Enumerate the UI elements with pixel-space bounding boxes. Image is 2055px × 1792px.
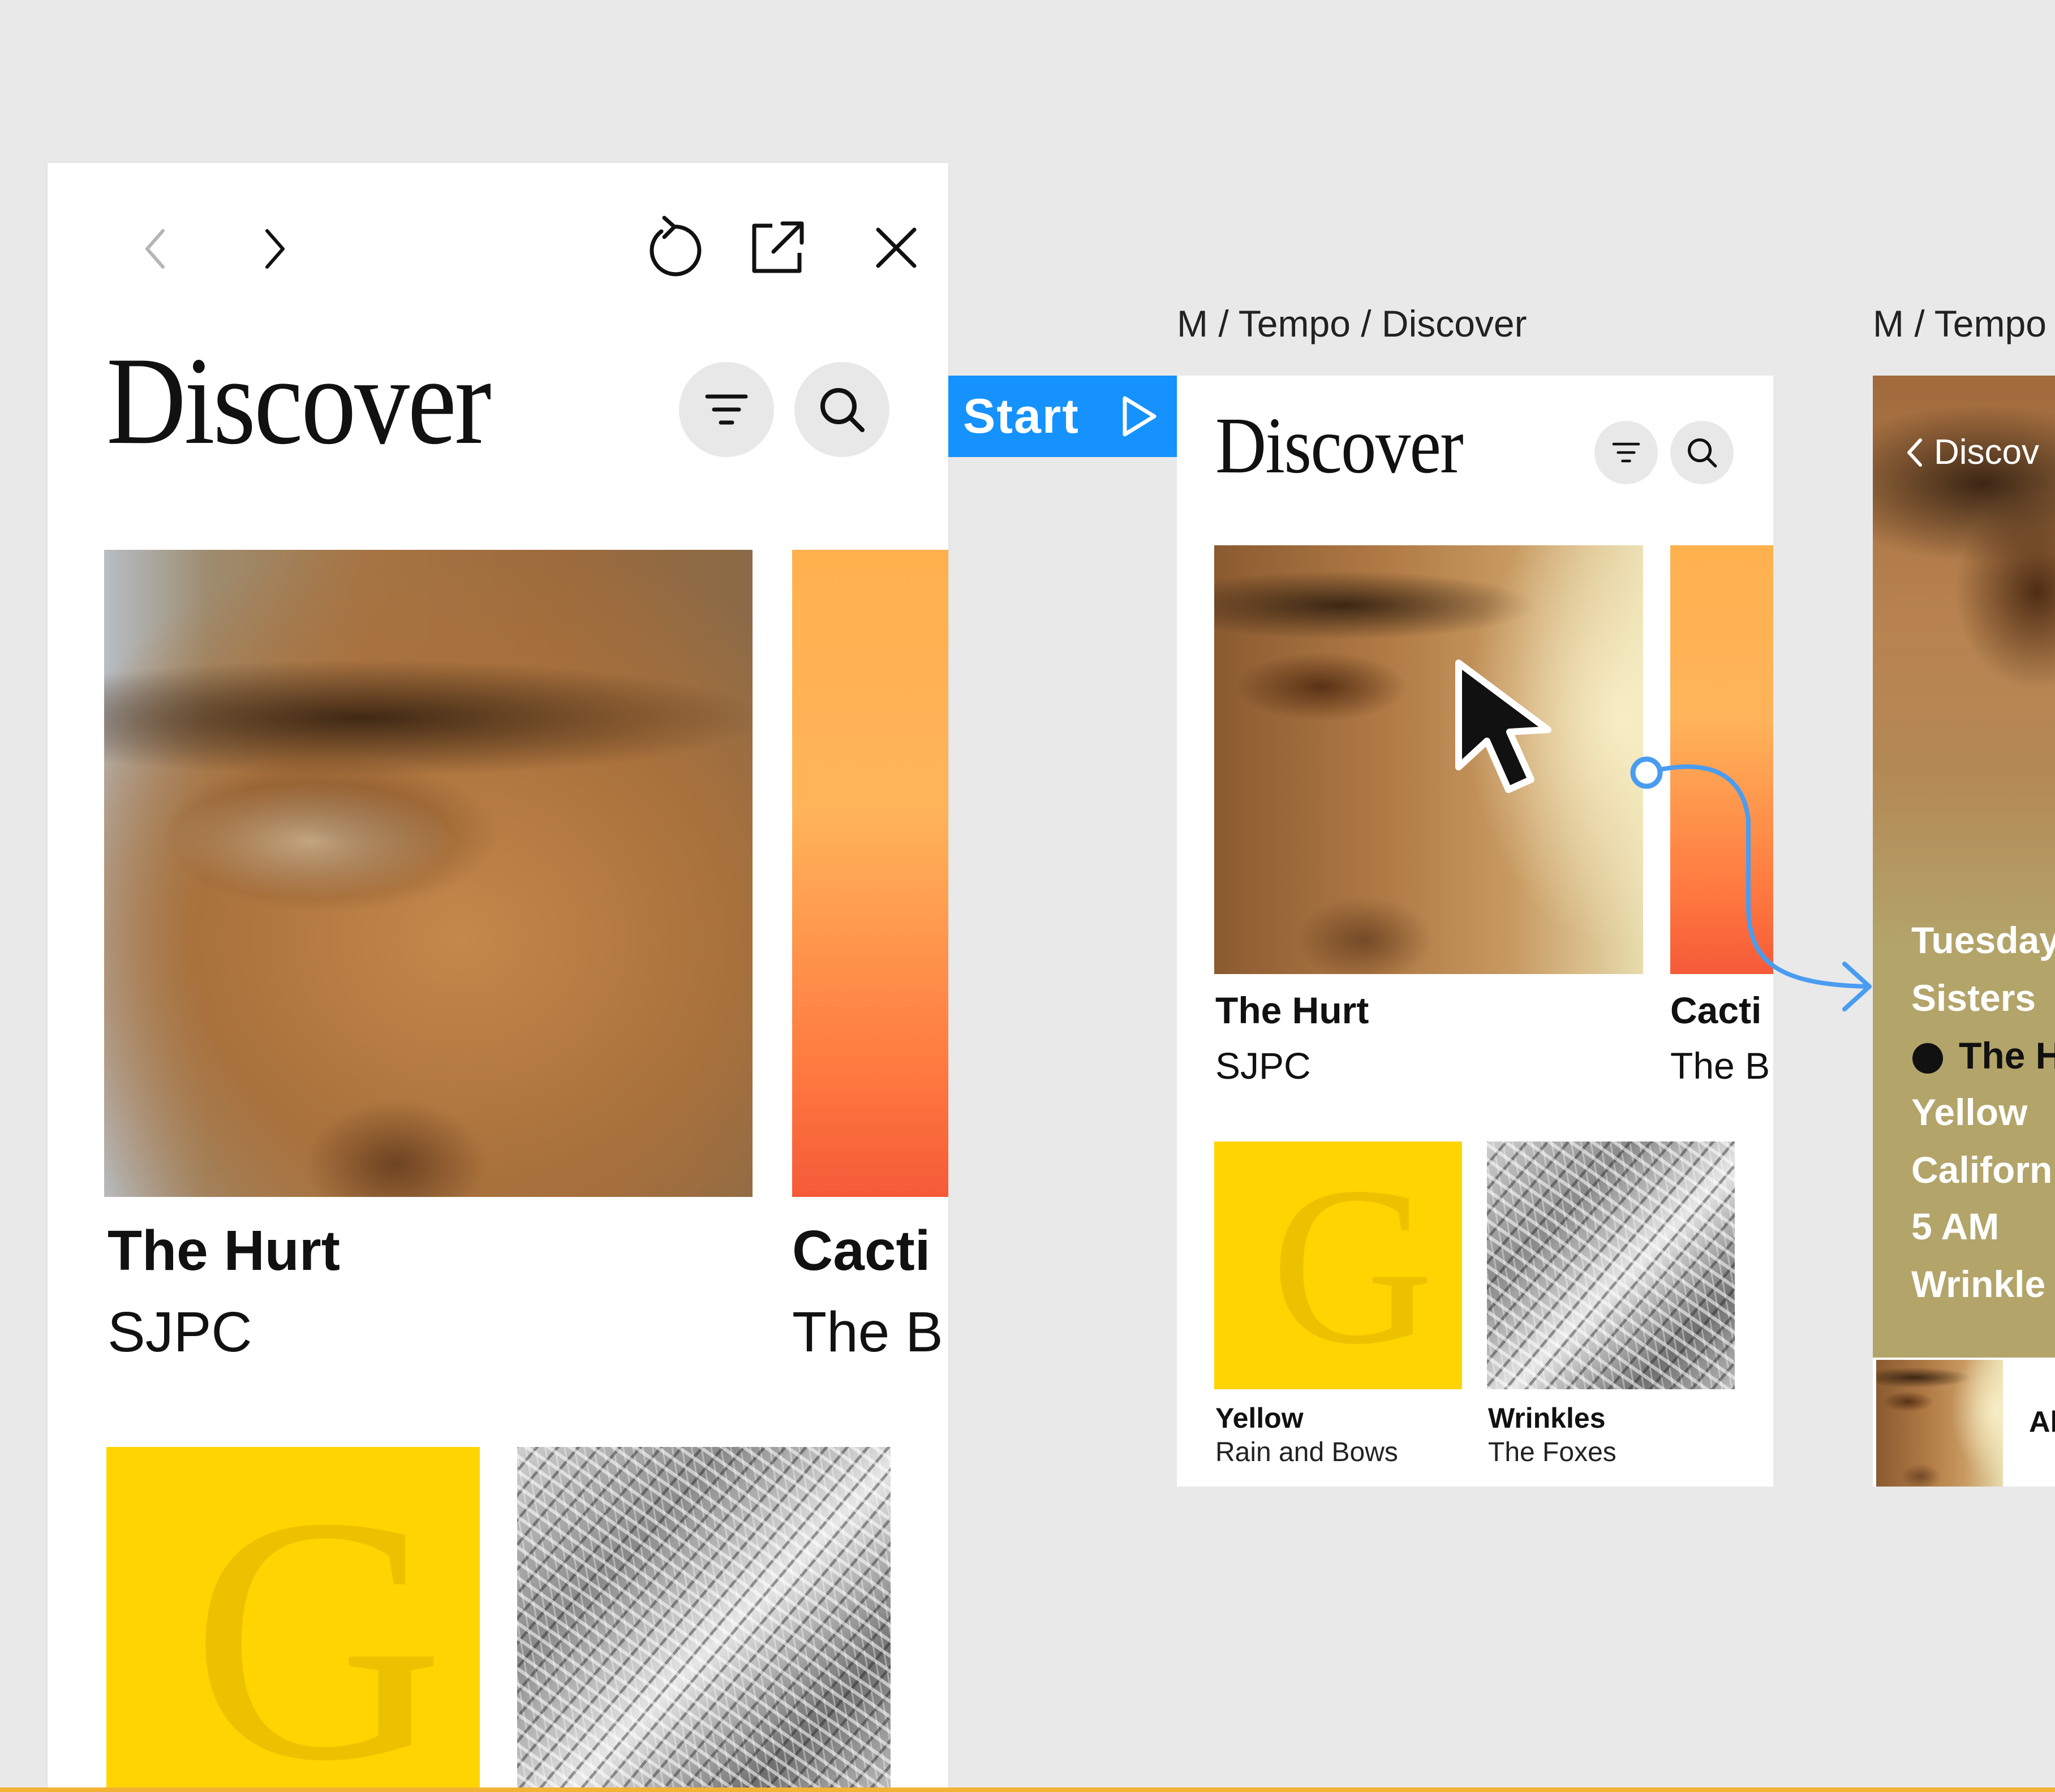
- start-flow-badge[interactable]: Start: [948, 376, 1177, 457]
- album-art-yellow[interactable]: G: [1214, 1141, 1462, 1389]
- tile-title: Wrinkles: [1488, 1402, 1606, 1434]
- card-artist: SJPC: [1215, 1045, 1311, 1087]
- open-external-icon[interactable]: [738, 208, 817, 287]
- tile-title: Yellow: [1215, 1402, 1304, 1434]
- start-label: Start: [963, 389, 1080, 443]
- album-art-yellow[interactable]: G: [106, 1447, 480, 1792]
- frame-tempo-detail[interactable]: Discov Tuesday Sisters The H Yellow Cali…: [1873, 376, 2055, 1487]
- tile-artist: The Foxes: [1488, 1437, 1617, 1467]
- restart-icon[interactable]: [636, 208, 710, 282]
- prototype-preview-window: Discover The Hurt SJPC Cacti The B G: [48, 163, 948, 1792]
- tile-artist: Rain and Bows: [1215, 1437, 1398, 1467]
- chevron-left-icon[interactable]: [127, 219, 186, 278]
- search-button[interactable]: [794, 362, 889, 457]
- track-item[interactable]: Tuesday: [1911, 919, 2055, 962]
- mouse-cursor-icon: [1455, 660, 1551, 793]
- letter-g-watermark: G: [1271, 1141, 1434, 1389]
- track-item[interactable]: Sisters: [1911, 976, 2036, 1019]
- filter-button[interactable]: [679, 362, 774, 457]
- card-title: Cacti: [792, 1219, 931, 1282]
- play-triangle-icon: [1123, 396, 1157, 437]
- back-link[interactable]: Discov: [1904, 432, 2039, 472]
- card-artist: SJPC: [108, 1300, 252, 1364]
- search-icon: [820, 388, 865, 432]
- row-label: Al: [2029, 1406, 2055, 1438]
- track-item[interactable]: 5 AM: [1911, 1205, 1999, 1248]
- bottom-edge-highlight: [0, 1787, 2055, 1792]
- thumbnail: [1876, 1360, 2003, 1487]
- album-art-wrinkles[interactable]: [517, 1447, 891, 1792]
- card-artist: The B: [1670, 1045, 1770, 1087]
- search-button[interactable]: [1670, 421, 1734, 484]
- track-item-active[interactable]: The H: [1959, 1034, 2055, 1077]
- filter-button[interactable]: [1594, 421, 1658, 484]
- page-title: Discover: [106, 331, 492, 471]
- prototype-connector[interactable]: [1630, 735, 1890, 1029]
- close-icon[interactable]: [862, 214, 930, 282]
- chevron-left-icon: [1907, 438, 1922, 467]
- filter-icon: [705, 394, 748, 425]
- card-title: The Hurt: [1215, 989, 1369, 1031]
- letter-g-watermark: G: [191, 1447, 445, 1792]
- chevron-right-icon[interactable]: [244, 219, 303, 278]
- frame-label-discover[interactable]: M / Tempo / Discover: [1177, 302, 1527, 345]
- track-item[interactable]: Wrinkle: [1911, 1263, 2045, 1306]
- album-art-wrinkles[interactable]: [1487, 1141, 1735, 1389]
- track-item[interactable]: Yellow: [1911, 1091, 2027, 1134]
- page-title: Discover: [1215, 400, 1464, 490]
- frame-label-tempo[interactable]: M / Tempo: [1873, 302, 2047, 345]
- card-artist: The B: [792, 1300, 943, 1364]
- track-item[interactable]: Californ: [1911, 1148, 2052, 1191]
- card-title: The Hurt: [108, 1219, 341, 1282]
- album-art-cacti[interactable]: [792, 550, 948, 1197]
- back-label: Discov: [1934, 433, 2040, 472]
- album-art-the-hurt[interactable]: [1214, 545, 1643, 974]
- search-icon: [1687, 438, 1717, 468]
- album-art-the-hurt[interactable]: [104, 550, 753, 1197]
- now-playing-dot-icon: [1912, 1043, 1943, 1074]
- filter-icon: [1612, 442, 1640, 463]
